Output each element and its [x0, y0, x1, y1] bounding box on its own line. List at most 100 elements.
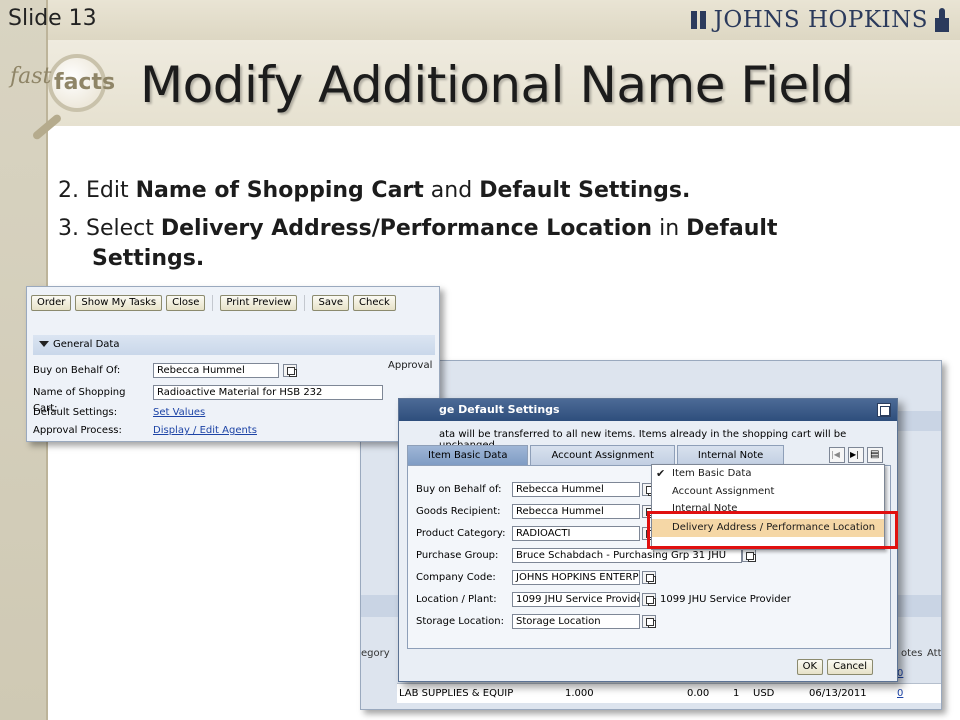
cell-per: 1: [733, 688, 740, 699]
fast-facts-logo: fast facts: [4, 48, 116, 141]
cart-name-row: Name of Shopping Cart: Radioactive Mater…: [33, 385, 433, 414]
step-2-bold-2: Default Settings.: [479, 178, 691, 203]
dlg-purchase-group-select[interactable]: Bruce Schabdach - Purchasing Grp 31 JHU: [512, 548, 742, 563]
dropdown-item-label: Account Assignment: [672, 486, 775, 497]
tab-account-assignment[interactable]: Account Assignment: [530, 445, 675, 465]
logo-word-fast: fast: [10, 64, 52, 89]
show-my-tasks-button[interactable]: Show My Tasks: [75, 295, 163, 311]
step-2: 2. Edit Name of Shopping Cart and Defaul…: [58, 176, 918, 206]
step-2-bold-1: Name of Shopping Cart: [135, 178, 424, 203]
maximize-icon[interactable]: [877, 403, 891, 417]
collapse-triangle-icon: [39, 341, 49, 347]
step-3-bold-2: Default: [686, 216, 778, 241]
dlg-location-row: Location / Plant: 1099 JHU Service Provi…: [416, 592, 886, 608]
cell-quantity: 1.000: [565, 688, 594, 699]
default-settings-row: Default Settings: Set Values: [33, 405, 433, 421]
dlg-storage-input[interactable]: Storage Location: [512, 614, 640, 629]
step-3-text: 3. Select: [58, 216, 161, 241]
value-help-icon[interactable]: [283, 364, 297, 377]
buy-on-behalf-input[interactable]: Rebecca Hummel: [153, 363, 279, 378]
step-2-text: 2. Edit: [58, 178, 136, 203]
first-tab-icon[interactable]: [829, 447, 845, 463]
close-button[interactable]: Close: [166, 295, 206, 311]
buy-on-behalf-row: Buy on Behalf Of: Rebecca Hummel: [33, 363, 433, 379]
dlg-location-description: 1099 JHU Service Provider: [660, 594, 791, 605]
set-values-link[interactable]: Set Values: [153, 405, 205, 421]
display-edit-agents-link[interactable]: Display / Edit Agents: [153, 423, 257, 439]
print-preview-button[interactable]: Print Preview: [220, 295, 298, 311]
tab-internal-note[interactable]: Internal Note: [676, 445, 785, 465]
dropdown-item-label: Item Basic Data: [672, 468, 752, 479]
dlg-buy-on-behalf-input[interactable]: Rebecca Hummel: [512, 482, 640, 497]
check-button[interactable]: Check: [353, 295, 396, 311]
buy-on-behalf-label: Buy on Behalf Of:: [33, 365, 121, 376]
table-row[interactable]: LAB SUPPLIES & EQUIP 1.000 0.00 1 USD 06…: [397, 683, 941, 704]
cell-price: 0.00: [687, 688, 710, 699]
value-help-icon[interactable]: [642, 615, 656, 628]
dlg-storage-row: Storage Location: Storage Location: [416, 614, 886, 630]
dlg-purchase-group-row: Purchase Group: Bruce Schabdach - Purcha…: [416, 548, 886, 564]
dlg-company-code-input[interactable]: JOHNS HOPKINS ENTERPI: [512, 570, 640, 585]
dlg-location-input[interactable]: 1099 JHU Service Provide: [512, 592, 640, 607]
dlg-goods-recipient-label: Goods Recipient:: [416, 506, 501, 517]
cell-currency: USD: [753, 688, 775, 699]
brand-name: JOHNS HOPKINS: [713, 7, 928, 33]
dlg-location-label: Location / Plant:: [416, 594, 497, 605]
checkmark-icon: ✔: [656, 467, 666, 480]
tab-item-basic-data[interactable]: Item Basic Data: [407, 445, 529, 465]
dlg-product-category-label: Product Category:: [416, 528, 506, 539]
dlg-purchase-group-label: Purchase Group:: [416, 550, 499, 561]
general-data-section-header[interactable]: General Data: [33, 335, 435, 355]
instruction-steps: 2. Edit Name of Shopping Cart and Defaul…: [58, 176, 918, 282]
tab-navigation: [829, 447, 883, 463]
dropdown-item-account-assignment[interactable]: Account Assignment: [652, 483, 884, 501]
save-button[interactable]: Save: [312, 295, 350, 311]
dlg-company-code-row: Company Code: JOHNS HOPKINS ENTERPI: [416, 570, 886, 586]
default-settings-label: Default Settings:: [33, 407, 118, 418]
dialog-title: ge Default Settings: [399, 399, 897, 421]
cart-name-input[interactable]: Radioactive Material for HSB 232: [153, 385, 383, 400]
jh-shield-icon: [690, 9, 708, 31]
step-3-mid: in: [652, 216, 687, 241]
highlight-box: [647, 511, 898, 549]
ok-button[interactable]: OK: [796, 659, 824, 675]
dialog-tabs: Item Basic Data Account Assignment Inter…: [407, 445, 785, 465]
dlg-product-category-input[interactable]: RADIOACTI: [512, 526, 640, 541]
slide-title: Modify Additional Name Field: [140, 56, 854, 114]
chevron-down-icon[interactable]: [742, 549, 756, 562]
cell-category: LAB SUPPLIES & EQUIP: [399, 688, 514, 699]
step-3-bold-1: Delivery Address/Performance Location: [160, 216, 653, 241]
order-button[interactable]: Order: [31, 295, 72, 311]
dlg-buy-on-behalf-label: Buy on Behalf of:: [416, 484, 502, 495]
step-3-bold-3: Settings.: [92, 246, 205, 271]
value-help-icon[interactable]: [642, 593, 656, 606]
tab-list-icon[interactable]: [867, 447, 883, 463]
column-header-notes: otes: [901, 648, 923, 659]
logo-word-facts: facts: [54, 70, 116, 95]
cell-count-link[interactable]: 0: [897, 684, 903, 704]
dlg-company-code-label: Company Code:: [416, 572, 496, 583]
toolbar-divider: [304, 295, 306, 311]
dome-icon: [934, 8, 950, 32]
step-3: 3. Select Delivery Address/Performance L…: [58, 214, 918, 274]
dialog-actions: OK Cancel: [796, 659, 873, 675]
slide-number: Slide 13: [8, 6, 97, 31]
section-title: General Data: [53, 339, 120, 350]
column-header-attachments: Att: [927, 648, 942, 659]
sap-toolbar: Order Show My Tasks Close Print Preview …: [31, 295, 396, 311]
step-2-mid: and: [423, 178, 480, 203]
cancel-button[interactable]: Cancel: [827, 659, 873, 675]
column-header-category: egory: [361, 648, 390, 659]
dlg-goods-recipient-input[interactable]: Rebecca Hummel: [512, 504, 640, 519]
approval-side-label: Approval: [388, 360, 433, 371]
shopping-cart-window: Order Show My Tasks Close Print Preview …: [26, 286, 440, 442]
dropdown-item-item-basic-data[interactable]: ✔ Item Basic Data: [652, 465, 884, 483]
cell-date: 06/13/2011: [809, 688, 867, 699]
approval-process-row: Approval Process: Display / Edit Agents: [33, 423, 433, 439]
toolbar-divider: [212, 295, 214, 311]
johns-hopkins-logo: JOHNS HOPKINS: [690, 6, 950, 34]
approval-process-label: Approval Process:: [33, 425, 122, 436]
value-help-icon[interactable]: [642, 571, 656, 584]
dlg-storage-label: Storage Location:: [416, 616, 504, 627]
next-tab-icon[interactable]: [848, 447, 864, 463]
